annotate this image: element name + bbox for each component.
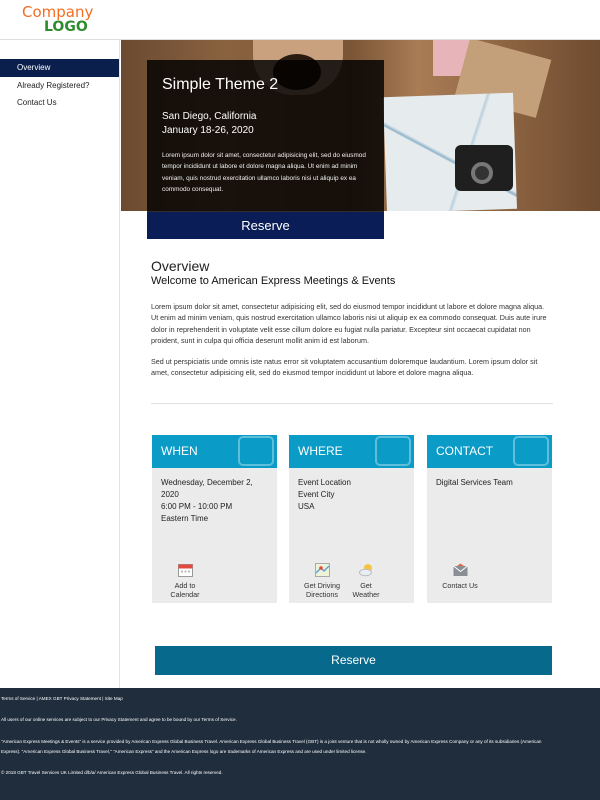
event-description: Lorem ipsum dolor sit amet, consectetur … [162, 152, 366, 194]
get-directions-label-2: Directions [306, 590, 338, 599]
get-directions-link[interactable]: Get Driving Directions [297, 563, 347, 599]
logo-logo-text: LOGO [44, 19, 88, 35]
sidebar-item-overview[interactable]: Overview [0, 59, 119, 77]
add-to-calendar-label-1: Add to [174, 581, 196, 590]
overview-subtitle: Welcome to American Express Meetings & E… [151, 275, 396, 287]
when-card-header: WHEN [152, 435, 277, 468]
reserve-button[interactable]: Reserve [155, 646, 552, 675]
hero-info-card: Simple Theme 2 San Diego, California Jan… [147, 60, 384, 212]
logo-company-text: Company [22, 3, 94, 21]
when-card-body: Wednesday, December 2, 2020 6:00 PM - 10… [152, 468, 277, 525]
where-card-body: Event Location Event City USA [289, 468, 414, 513]
weather-icon [358, 564, 372, 577]
event-title: Simple Theme 2 [162, 76, 279, 93]
site-footer: Terms of Service | AMEX GBT Privacy Stat… [0, 688, 600, 800]
sidebar-item-contact-us[interactable]: Contact Us [0, 94, 119, 111]
footer-notice: All users of our online services are sub… [1, 717, 237, 722]
overview-title: Overview [151, 258, 210, 274]
footer-copyright: © 2018 GBT Travel Services UK Limited d/… [1, 770, 223, 775]
site-header: Company LOGO [0, 0, 600, 40]
company-logo[interactable]: Company LOGO [22, 5, 93, 35]
calendar-watermark-icon [238, 436, 274, 466]
sidebar-item-already-registered[interactable]: Already Registered? [0, 77, 119, 94]
get-directions-label-1: Get Driving [304, 581, 340, 590]
camera-lens-shape [471, 162, 493, 184]
get-weather-label-1: Get [360, 581, 372, 590]
contact-us-label: Contact Us [442, 581, 478, 590]
contact-card-title: CONTACT [436, 444, 494, 458]
sidebar-nav: Overview Already Registered? Contact Us [0, 40, 120, 688]
get-weather-label-2: Weather [352, 590, 380, 599]
add-to-calendar-label-2: Calendar [170, 590, 200, 599]
add-to-calendar-link[interactable]: Add to Calendar [160, 563, 210, 599]
event-timezone: Eastern Time [161, 514, 209, 523]
footer-legal-1: "American Express Meetings & Events" is … [1, 739, 542, 744]
event-date: Wednesday, December 2, 2020 [161, 478, 253, 499]
overview-paragraph-1: Lorem ipsum dolor sit amet, consectetur … [151, 302, 547, 346]
contact-card-header: CONTACT [427, 435, 552, 468]
contact-team-name: Digital Services Team [436, 478, 513, 487]
event-time: 6:00 PM - 10:00 PM [161, 502, 233, 511]
calendar-icon [177, 564, 193, 577]
map-icon [314, 563, 330, 577]
envelope-icon [452, 563, 468, 576]
chat-watermark-icon [513, 436, 549, 466]
event-dates: January 18-26, 2020 [162, 125, 254, 136]
section-divider [151, 403, 553, 404]
map-watermark-icon [375, 436, 411, 466]
where-card: WHERE Event Location Event City USA Get … [289, 435, 414, 603]
where-card-header: WHERE [289, 435, 414, 468]
when-card: WHEN Wednesday, December 2, 2020 6:00 PM… [152, 435, 277, 603]
event-location: San Diego, California [162, 111, 257, 122]
event-city: Event City [298, 490, 335, 499]
overview-section: Overview Welcome to American Express Mee… [151, 258, 553, 378]
contact-card-body: Digital Services Team [427, 468, 552, 489]
footer-legal-2: Express). "American Express Global Busin… [1, 749, 367, 754]
event-country: USA [298, 502, 315, 511]
footer-link-sitemap[interactable]: Site Map [105, 696, 123, 701]
contact-us-link[interactable]: Contact Us [435, 563, 485, 590]
footer-link-privacy[interactable]: AMEX GBT Privacy Statement [39, 696, 101, 701]
contact-card: CONTACT Digital Services Team Contact Us [427, 435, 552, 603]
overview-paragraph-2: Sed ut perspiciatis unde omnis iste natu… [151, 356, 538, 378]
footer-link-terms[interactable]: Terms of Service [1, 696, 35, 701]
where-card-title: WHERE [298, 444, 343, 458]
footer-links: Terms of Service | AMEX GBT Privacy Stat… [1, 696, 123, 701]
hero-reserve-button[interactable]: Reserve [147, 212, 384, 239]
event-venue: Event Location [298, 478, 351, 487]
when-card-title: WHEN [161, 444, 198, 458]
get-weather-link[interactable]: Get Weather [341, 563, 391, 599]
